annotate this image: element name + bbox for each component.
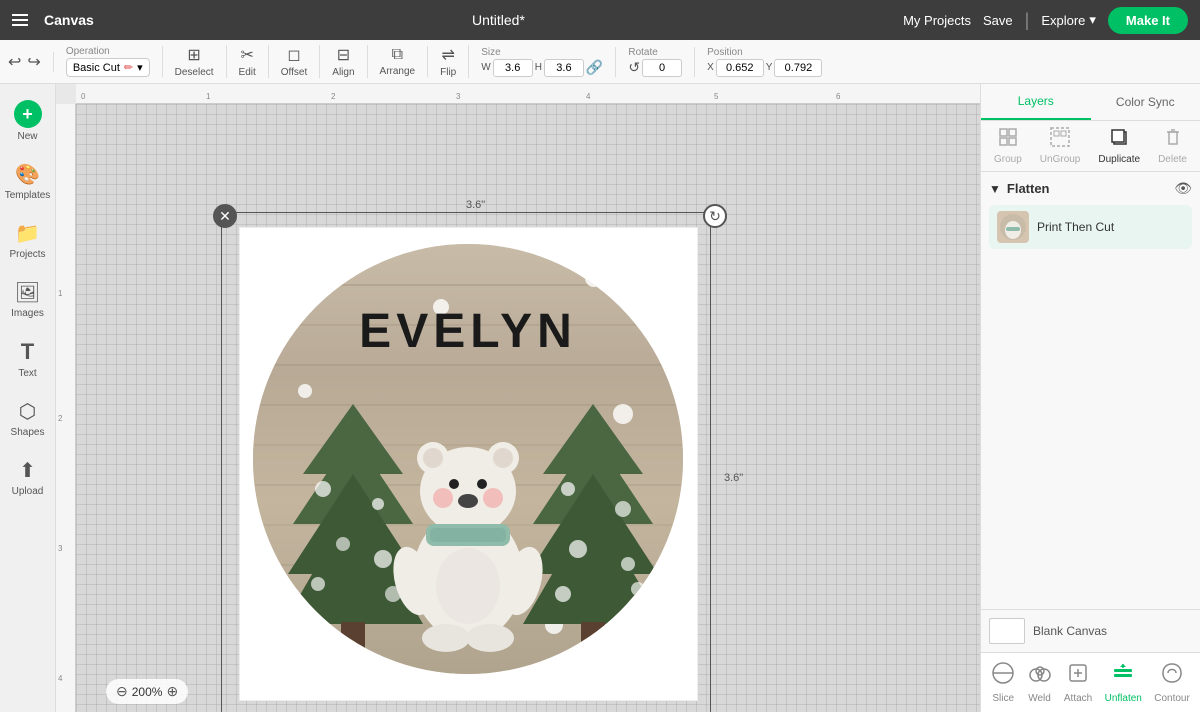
sidebar-item-upload[interactable]: ⬆ Upload bbox=[3, 450, 53, 505]
zoom-level-display: 200% bbox=[132, 685, 163, 699]
size-w-input[interactable] bbox=[493, 59, 533, 77]
layer-group-chevron[interactable]: ▼ bbox=[989, 182, 1001, 196]
dimension-label-horizontal: 3.6" bbox=[466, 199, 485, 211]
left-sidebar: + New 🎨 Templates 📁 Projects 🖼 Images T … bbox=[0, 84, 56, 712]
align-group: ⊟ Align bbox=[332, 45, 367, 78]
zoom-out-btn[interactable]: ⊖ bbox=[116, 683, 128, 700]
rotate-handle[interactable]: ↻ bbox=[703, 204, 727, 228]
group-btn[interactable]: Group bbox=[994, 127, 1022, 165]
panel-toolbar: Group UnGroup Duplicate Delete bbox=[981, 121, 1200, 172]
delete-btn[interactable]: Delete bbox=[1158, 127, 1187, 165]
tab-layers[interactable]: Layers bbox=[981, 84, 1091, 120]
panel-actions: Slice Weld Attach Unflaten bbox=[981, 652, 1200, 712]
duplicate-btn[interactable]: Duplicate bbox=[1098, 127, 1140, 165]
chevron-down-icon: ▾ bbox=[1089, 12, 1096, 28]
sidebar-item-templates[interactable]: 🎨 Templates bbox=[3, 154, 53, 209]
make-it-btn[interactable]: Make It bbox=[1108, 7, 1188, 34]
deselect-group: ⊞ Deselect bbox=[175, 45, 227, 78]
layer-eye-icon[interactable]: 👁 bbox=[1174, 180, 1192, 197]
hamburger-btn[interactable] bbox=[12, 14, 28, 26]
close-icon: ✕ bbox=[219, 208, 231, 225]
operation-chevron-icon: ▾ bbox=[137, 61, 143, 74]
rotate-input[interactable] bbox=[642, 59, 682, 77]
contour-btn[interactable]: Contour bbox=[1154, 661, 1190, 704]
layer-group-header: ▼ Flatten 👁 bbox=[989, 180, 1192, 197]
dimension-label-vertical: 3.6" bbox=[724, 472, 743, 484]
redo-btn[interactable]: ↪ bbox=[27, 52, 40, 72]
size-h-input[interactable] bbox=[544, 59, 584, 77]
offset-btn[interactable]: ◻ Offset bbox=[281, 45, 308, 78]
edit-group: ✂ Edit bbox=[239, 45, 269, 78]
position-y-input[interactable] bbox=[774, 59, 822, 77]
rotate-group: Rotate ↺ bbox=[628, 47, 695, 77]
offset-group: ◻ Offset bbox=[281, 45, 321, 78]
toolbar: ↩ ↪ Operation Basic Cut ✏ ▾ ⊞ Deselect ✂… bbox=[0, 40, 1200, 84]
save-btn[interactable]: Save bbox=[983, 13, 1013, 28]
ungroup-btn[interactable]: UnGroup bbox=[1040, 127, 1081, 165]
main-layout: + New 🎨 Templates 📁 Projects 🖼 Images T … bbox=[0, 84, 1200, 712]
arrange-group: ⧉ Arrange bbox=[380, 46, 429, 77]
flip-group: ⇌ Flip bbox=[440, 45, 469, 78]
size-label: Size bbox=[481, 47, 603, 58]
operation-group: Operation Basic Cut ✏ ▾ bbox=[66, 46, 163, 77]
layers-section: ▼ Flatten 👁 Print Then Cut bbox=[981, 172, 1200, 609]
layer-name: Print Then Cut bbox=[1037, 220, 1114, 234]
flip-btn[interactable]: ⇌ Flip bbox=[440, 45, 456, 78]
divider: | bbox=[1025, 10, 1030, 31]
panel-tabs: Layers Color Sync bbox=[981, 84, 1200, 121]
sidebar-item-projects[interactable]: 📁 Projects bbox=[3, 213, 53, 268]
undo-redo-group: ↩ ↪ bbox=[8, 52, 54, 72]
tab-color-sync[interactable]: Color Sync bbox=[1091, 84, 1200, 120]
right-actions: My Projects Save | Explore ▾ Make It bbox=[903, 7, 1188, 34]
slice-btn[interactable]: Slice bbox=[991, 661, 1015, 704]
layer-item[interactable]: Print Then Cut bbox=[989, 205, 1192, 249]
vertical-ruler: 1 2 3 4 bbox=[56, 104, 76, 712]
operation-pencil-icon: ✏ bbox=[124, 61, 133, 74]
zoom-in-btn[interactable]: ⊕ bbox=[166, 683, 178, 700]
topbar: Canvas Untitled* My Projects Save | Expl… bbox=[0, 0, 1200, 40]
document-title: Untitled* bbox=[472, 12, 525, 28]
unflaten-btn[interactable]: Unflaten bbox=[1105, 661, 1142, 704]
sidebar-item-text[interactable]: T Text bbox=[3, 331, 53, 387]
zoom-bar: ⊖ 200% ⊕ bbox=[106, 679, 188, 704]
position-group: Position X Y bbox=[707, 47, 834, 77]
arrange-btn[interactable]: ⧉ Arrange bbox=[380, 46, 416, 77]
position-x-input[interactable] bbox=[716, 59, 764, 77]
blank-canvas-thumbnail bbox=[989, 618, 1025, 644]
app-name: Canvas bbox=[44, 12, 94, 28]
layer-group-name: Flatten bbox=[1007, 181, 1168, 196]
blank-canvas-label: Blank Canvas bbox=[1033, 624, 1107, 638]
operation-select[interactable]: Basic Cut ✏ ▾ bbox=[66, 58, 150, 77]
weld-btn[interactable]: Weld bbox=[1028, 661, 1052, 704]
sidebar-item-new[interactable]: + New bbox=[3, 92, 53, 150]
sidebar-item-images[interactable]: 🖼 Images bbox=[3, 272, 53, 327]
size-group: Size W H 🔗 bbox=[481, 47, 616, 77]
undo-btn[interactable]: ↩ bbox=[8, 52, 21, 72]
right-panel: Layers Color Sync Group UnGroup D bbox=[980, 84, 1200, 712]
blank-canvas-section: Blank Canvas bbox=[981, 609, 1200, 652]
attach-btn[interactable]: Attach bbox=[1064, 661, 1092, 704]
rotate-icon: ↻ bbox=[709, 208, 721, 225]
position-label: Position bbox=[707, 47, 822, 58]
layer-thumbnail bbox=[997, 211, 1029, 243]
my-projects-btn[interactable]: My Projects bbox=[903, 13, 971, 28]
canvas-area[interactable]: 0 1 2 3 4 5 6 1 2 3 4 3.6" 3.6" bbox=[56, 84, 980, 712]
deselect-btn[interactable]: ⊞ Deselect bbox=[175, 45, 214, 78]
close-btn[interactable]: ✕ bbox=[213, 204, 237, 228]
sidebar-item-shapes[interactable]: ⬡ Shapes bbox=[3, 391, 53, 446]
canvas-viewport[interactable]: 3.6" 3.6" ✕ ↻ 🔒 ⤡ bbox=[76, 104, 980, 712]
horizontal-ruler: 0 1 2 3 4 5 6 bbox=[76, 84, 980, 104]
rotate-label: Rotate bbox=[628, 47, 682, 58]
align-btn[interactable]: ⊟ Align bbox=[332, 45, 354, 78]
selection-box bbox=[221, 212, 711, 712]
explore-btn[interactable]: Explore ▾ bbox=[1041, 12, 1096, 28]
edit-btn[interactable]: ✂ Edit bbox=[239, 45, 256, 78]
operation-label: Operation bbox=[66, 46, 150, 57]
